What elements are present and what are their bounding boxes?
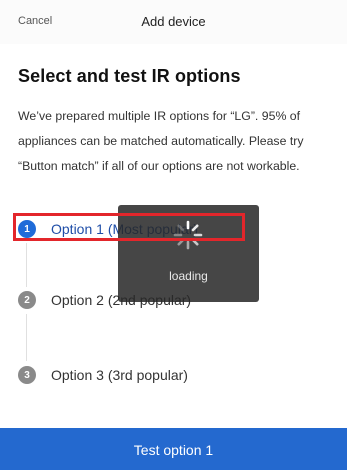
loading-spinner-icon [173, 220, 203, 250]
test-option-button[interactable]: Test option 1 [0, 428, 347, 470]
option-connector-line [26, 243, 27, 287]
option-connector-line [26, 314, 27, 361]
page-title: Add device [141, 14, 206, 29]
loading-toast: loading [118, 205, 259, 302]
option-3-label: Option 3 (3rd popular) [51, 367, 188, 383]
description-text: We’ve prepared multiple IR options for “… [18, 109, 304, 173]
option-3[interactable]: 3 Option 3 (3rd popular) [18, 363, 188, 387]
option-2-radio[interactable]: 2 [18, 291, 36, 309]
option-3-radio[interactable]: 3 [18, 366, 36, 384]
top-bar: Cancel Add device [0, 0, 347, 44]
option-1-radio[interactable]: 1 [18, 220, 36, 238]
section-heading: Select and test IR options [18, 66, 241, 86]
loading-text: loading [169, 269, 208, 283]
